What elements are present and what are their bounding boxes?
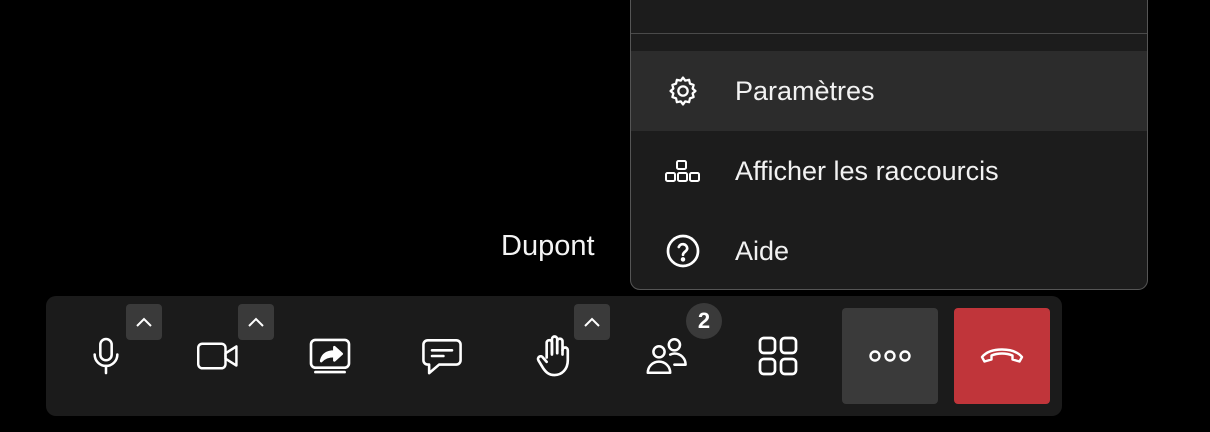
menu-item-label: Paramètres <box>735 75 875 106</box>
gear-icon <box>665 73 701 109</box>
grid-view-button[interactable] <box>730 308 826 404</box>
menu-item-help[interactable]: Aide <box>631 211 1147 289</box>
chevron-up-icon <box>248 317 264 327</box>
more-options-menu: Paramètres Afficher les raccourcis Aide <box>630 0 1148 290</box>
hang-up-icon <box>980 348 1024 363</box>
menu-item-settings[interactable]: Paramètres <box>631 51 1147 131</box>
menu-item-shortcuts[interactable]: Afficher les raccourcis <box>631 131 1147 211</box>
chevron-up-icon <box>136 317 152 327</box>
camera-icon <box>197 342 238 370</box>
hang-up-button[interactable] <box>954 308 1050 404</box>
chat-icon <box>422 339 462 375</box>
shortcuts-icon <box>665 153 701 189</box>
help-icon <box>665 233 701 269</box>
call-toolbar: 2 <box>46 296 1062 416</box>
participants-icon <box>646 337 687 375</box>
participant-name: Dupont <box>501 229 595 262</box>
menu-divider <box>631 33 1147 34</box>
participants-count-badge: 2 <box>686 303 722 339</box>
grid-view-icon <box>758 336 798 376</box>
microphone-icon <box>93 337 119 375</box>
menu-item-label: Aide <box>735 235 790 266</box>
microphone-options-caret[interactable] <box>126 304 162 340</box>
menu-item-label: Afficher les raccourcis <box>735 155 999 186</box>
more-options-icon <box>869 350 911 362</box>
chevron-up-icon <box>584 317 600 327</box>
participant-name-tag: Dupont <box>469 220 629 272</box>
raise-hand-icon <box>536 335 570 377</box>
chat-button[interactable] <box>394 308 490 404</box>
raise-hand-options-caret[interactable] <box>574 304 610 340</box>
more-options-button[interactable] <box>842 308 938 404</box>
share-screen-icon <box>309 338 351 374</box>
share-screen-button[interactable] <box>282 308 378 404</box>
camera-options-caret[interactable] <box>238 304 274 340</box>
